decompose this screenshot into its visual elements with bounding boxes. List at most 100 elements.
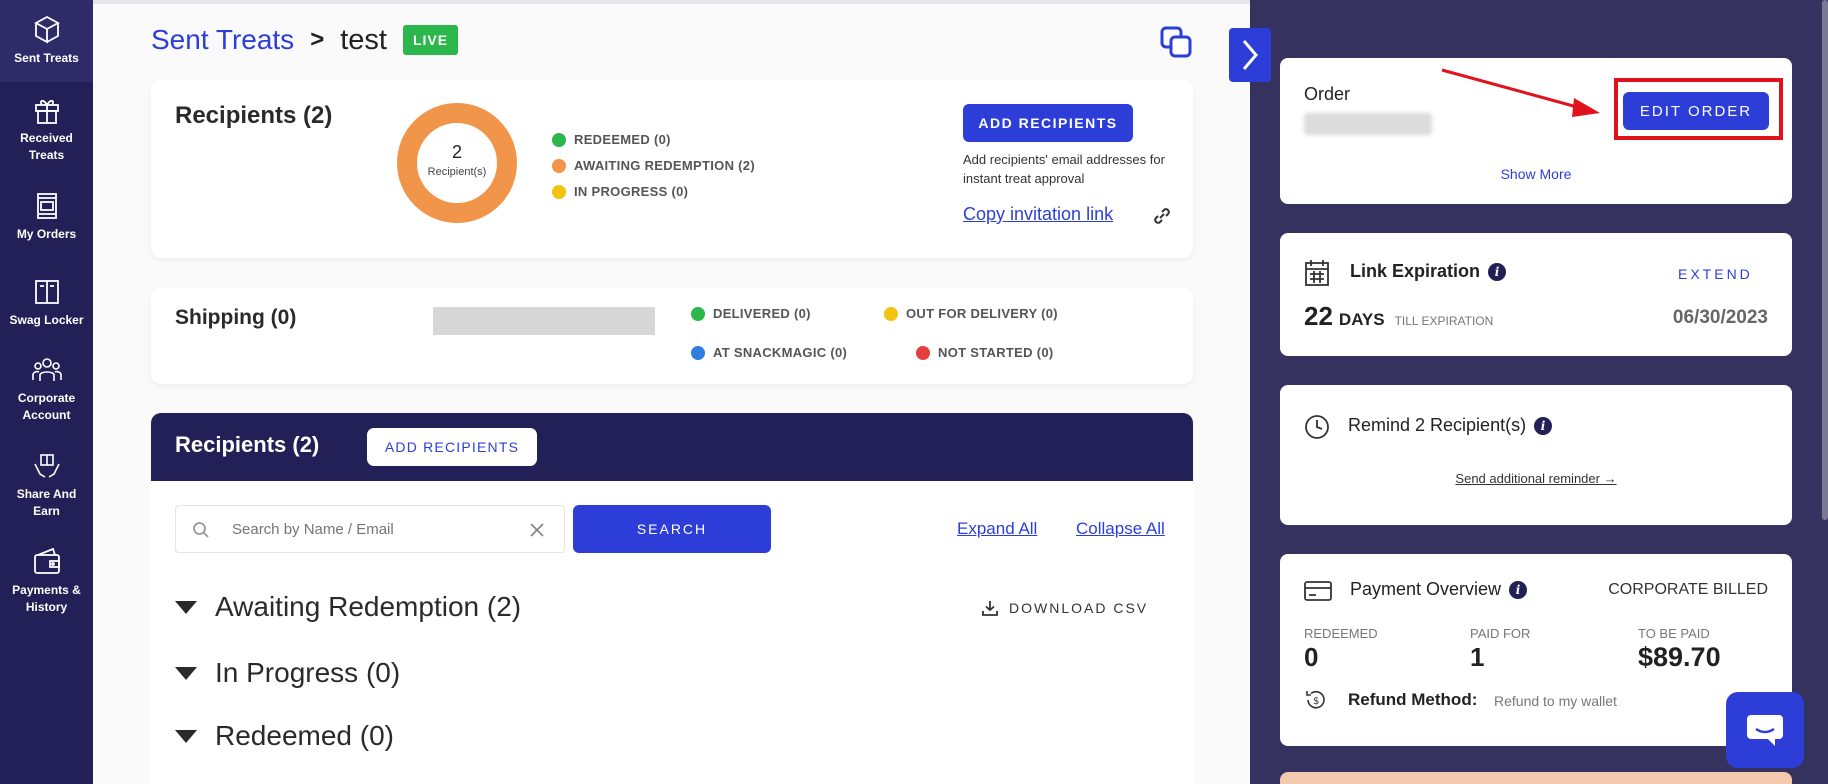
- group-redeemed[interactable]: Redeemed (0): [175, 720, 394, 752]
- gift-icon: [34, 99, 59, 124]
- recipients-table-header: Recipients (2) ADD RECIPIENTS: [151, 413, 1193, 481]
- chat-button[interactable]: [1726, 692, 1804, 768]
- refund-icon: $: [1306, 690, 1325, 709]
- recipients-table-title: Recipients (2): [175, 432, 320, 457]
- credit-card-icon: [1304, 581, 1332, 601]
- remind-title: Remind 2 Recipient(s): [1348, 415, 1527, 435]
- days-number: 22: [1304, 301, 1333, 331]
- svg-text:$: $: [1313, 696, 1319, 707]
- clear-icon[interactable]: [528, 521, 546, 539]
- yellow-dot-icon: [884, 306, 898, 321]
- chevron-right-icon: [1242, 40, 1258, 70]
- payment-title: Payment Overview: [1350, 579, 1502, 599]
- green-dot-icon: [552, 132, 566, 147]
- scrollbar[interactable]: [1822, 0, 1828, 520]
- sidebar-item-corporate-account[interactable]: Corporate Account: [0, 354, 93, 430]
- hands-gift-icon: [33, 454, 60, 478]
- billing-type: CORPORATE BILLED: [1608, 581, 1768, 598]
- legend-awaiting: AWAITING REDEMPTION (2): [552, 158, 755, 173]
- link-expiration-title: Link Expiration: [1350, 261, 1481, 281]
- legend-redeemed: REDEEMED (0): [552, 132, 671, 147]
- link-expiration-card: Link Expiration i EXTEND 22 DAYS TILL EXP…: [1280, 233, 1792, 356]
- legend-not-started: NOT STARTED (0): [916, 345, 1053, 360]
- legend-label: OUT FOR DELIVERY (0): [906, 306, 1058, 321]
- to-be-paid-value: $89.70: [1638, 642, 1721, 672]
- send-reminder-link[interactable]: Send additional reminder →: [1280, 471, 1792, 486]
- order-card: Order EDIT ORDER Show More: [1280, 58, 1792, 204]
- duplicate-icon[interactable]: [1158, 24, 1194, 60]
- info-icon[interactable]: i: [1488, 262, 1507, 281]
- locker-icon: [34, 280, 59, 304]
- days-suffix: TILL EXPIRATION: [1394, 314, 1494, 328]
- main-content: Sent Treats > test LIVE Recipients (2) 2…: [93, 0, 1250, 784]
- add-recipients-button-secondary[interactable]: ADD RECIPIENTS: [367, 428, 537, 466]
- team-icon: [31, 358, 62, 381]
- sidebar-item-label: My Orders: [16, 227, 77, 241]
- panel-toggle-button[interactable]: [1229, 28, 1271, 82]
- gift-box-icon: [33, 15, 60, 44]
- search-button[interactable]: SEARCH: [573, 505, 771, 553]
- recipients-summary-card: Recipients (2) 2 Recipient(s) REDEEMED (…: [151, 80, 1193, 258]
- days-remaining: 22 DAYS TILL EXPIRATION: [1304, 301, 1493, 332]
- edit-order-button[interactable]: EDIT ORDER: [1623, 92, 1769, 130]
- clock-icon: [1305, 415, 1329, 439]
- link-expiration-title-row: Link Expiration i: [1350, 261, 1507, 282]
- add-recipients-button[interactable]: ADD RECIPIENTS: [963, 104, 1133, 142]
- extend-link[interactable]: EXTEND: [1678, 266, 1753, 282]
- orange-dot-icon: [552, 158, 566, 173]
- sidebar-item-swag-locker[interactable]: Swag Locker: [0, 276, 93, 332]
- sidebar-item-label: Swag Locker: [9, 313, 84, 327]
- search-box: [175, 505, 565, 553]
- remind-card: Remind 2 Recipient(s) i Send additional r…: [1280, 385, 1792, 525]
- sidebar-item-sent-treats[interactable]: Sent Treats: [0, 0, 93, 82]
- legend-label: NOT STARTED (0): [938, 345, 1054, 360]
- sidebar-item-share-and-earn[interactable]: Share And Earn: [0, 450, 93, 526]
- redeemed-label: REDEEMED: [1304, 626, 1378, 641]
- group-in-progress[interactable]: In Progress (0): [175, 657, 400, 689]
- order-label: Order: [1304, 84, 1351, 104]
- recipients-summary-title: Recipients (2): [175, 102, 333, 129]
- copy-invitation-link[interactable]: Copy invitation link: [963, 204, 1113, 225]
- paid-for-value: 1: [1470, 642, 1485, 672]
- sidebar-item-received-treats[interactable]: Received Treats: [0, 94, 93, 166]
- search-icon: [193, 522, 209, 538]
- legend-delivered: DELIVERED (0): [691, 306, 811, 321]
- breadcrumb-parent-link[interactable]: Sent Treats: [151, 24, 294, 56]
- legend-label: IN PROGRESS (0): [574, 184, 689, 199]
- download-csv-button[interactable]: DOWNLOAD CSV: [981, 599, 1148, 617]
- red-arrow-annotation: [1441, 68, 1600, 117]
- paid-for-label: PAID FOR: [1470, 626, 1531, 641]
- sidebar-item-my-orders[interactable]: My Orders: [0, 190, 93, 252]
- sidebar-item-label: Sent Treats: [14, 51, 79, 65]
- group-awaiting-redemption[interactable]: Awaiting Redemption (2): [175, 591, 521, 623]
- sidebar-item-payments-history[interactable]: Payments & History: [0, 546, 93, 622]
- to-be-paid-label: TO BE PAID: [1638, 626, 1710, 641]
- sidebar-item-label: Payments & History: [12, 583, 81, 614]
- sidebar: Sent Treats Received Treats My Orders Sw…: [0, 0, 93, 784]
- show-more-link[interactable]: Show More: [1280, 166, 1792, 182]
- snack-bag-icon: [36, 193, 57, 219]
- shipping-title: Shipping (0): [175, 306, 297, 329]
- refund-method-value: Refund to my wallet: [1494, 693, 1617, 709]
- sidebar-item-label: Corporate Account: [17, 391, 76, 422]
- caret-down-icon: [175, 729, 197, 743]
- recipients-donut-chart: [397, 103, 517, 223]
- legend-out-for-delivery: OUT FOR DELIVERY (0): [884, 306, 1058, 321]
- remind-title-row: Remind 2 Recipient(s) i: [1348, 415, 1553, 436]
- link-icon[interactable]: [1151, 205, 1173, 227]
- info-icon[interactable]: i: [1509, 580, 1528, 599]
- info-icon[interactable]: i: [1534, 416, 1553, 435]
- donut-count: 2: [451, 142, 462, 162]
- days-unit: DAYS: [1338, 310, 1385, 329]
- legend-label: AWAITING REDEMPTION (2): [574, 158, 755, 173]
- expand-all-link[interactable]: Expand All: [957, 519, 1037, 539]
- collapse-all-link[interactable]: Collapse All: [1076, 519, 1165, 539]
- donut-label: Recipient(s): [427, 166, 487, 178]
- breadcrumb-current: test: [340, 23, 387, 56]
- sidebar-item-label: Received Treats: [20, 131, 73, 162]
- add-recipients-help: Add recipients' email addresses for inst…: [963, 152, 1165, 186]
- search-input[interactable]: [232, 516, 502, 542]
- expiration-date: 06/30/2023: [1672, 307, 1768, 328]
- green-dot-icon: [691, 306, 705, 321]
- next-card-peek: [1280, 772, 1792, 784]
